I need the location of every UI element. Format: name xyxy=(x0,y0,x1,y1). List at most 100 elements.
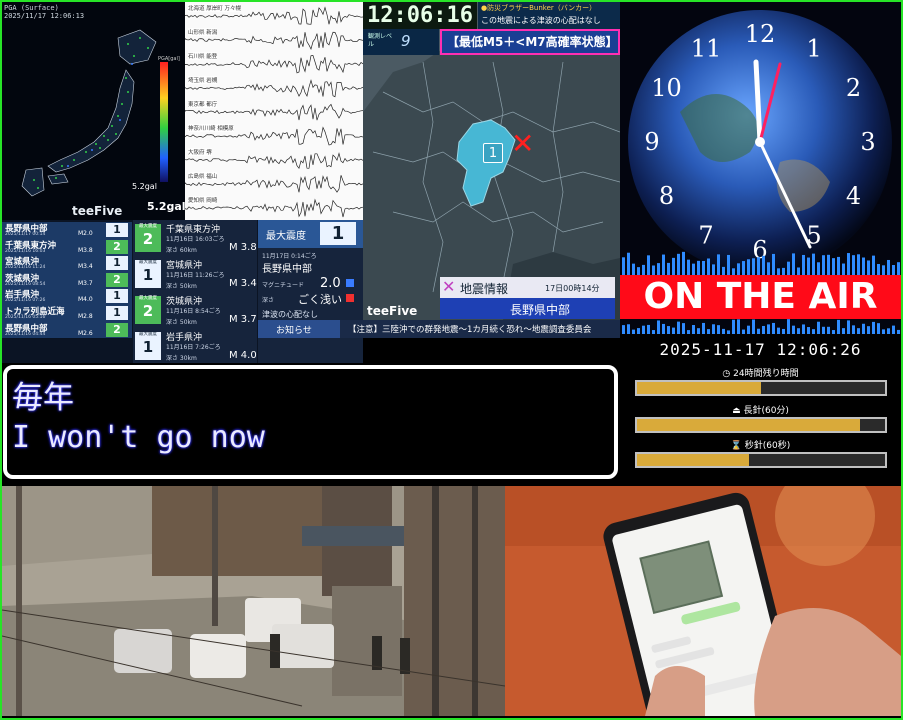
equalizer-bar xyxy=(817,262,820,275)
eq-detail-card[interactable]: 最大震度 1 宮城県沖 11月16日 11:26ごろ 深さ 50km M 3.4 xyxy=(133,256,257,293)
equalizer-bar xyxy=(667,262,670,275)
street-camera-feed xyxy=(2,486,505,716)
equalizer-bar xyxy=(752,258,755,275)
eq-intensity-badge: 2 xyxy=(106,272,128,287)
equalizer-bar xyxy=(877,323,880,334)
eq-card-magnitude: M 3.8 xyxy=(229,242,257,253)
tsunami-banner: この地震による津波の心配はなし xyxy=(481,16,601,25)
eq-history-row[interactable]: 長野県中部 2025/11/17 00:14 M2.0 1 xyxy=(2,222,132,240)
waveform-station-label: 埼玉県 岩槻 xyxy=(188,76,218,84)
eq-card-time: 11月16日 8:54ごろ xyxy=(166,308,221,315)
equalizer-bar xyxy=(677,321,680,334)
pga-timestamp: 2025/11/17 12:06:13 xyxy=(4,12,85,20)
eq-detail-card[interactable]: 最大震度 2 茨城県沖 11月16日 8:54ごろ 深さ 50km M 3.7 xyxy=(133,292,257,329)
equalizer-bar xyxy=(742,329,745,334)
eq-history-row[interactable]: 長野県中部 2025/11/16 04:44 M2.6 2 xyxy=(2,321,132,340)
eq-card-badge-value: 2 xyxy=(142,230,154,248)
eq-card-time: 11月16日 16:03ごろ xyxy=(166,236,225,243)
epicenter-icon: ✕ xyxy=(511,127,535,160)
clock-number: 1 xyxy=(806,35,821,63)
eq-card-magnitude: M 4.0 xyxy=(229,350,257,361)
equalizer-bar xyxy=(782,267,785,275)
equalizer-bar xyxy=(697,260,700,275)
observation-level-value: 9 xyxy=(401,32,411,50)
timer-bar-label: ◷ 24時間残り時間 xyxy=(620,366,901,379)
equalizer-bar xyxy=(787,319,790,334)
bunker-title: ●防災ブラザーBunker（バンカー） xyxy=(481,4,597,12)
max-intensity-label: 最大震度 xyxy=(266,231,306,242)
clock-number: 8 xyxy=(659,182,674,210)
eq-date: 2025/11/16 05:16 xyxy=(5,315,46,320)
timer-progress-fill xyxy=(637,382,761,394)
waveform-row: 愛知県 岡崎 xyxy=(185,194,363,220)
equalizer-bar xyxy=(757,328,760,334)
eq-magnitude: M3.7 xyxy=(78,279,93,287)
equalizer-bar xyxy=(832,258,835,275)
eq-date: 2025/11/16 04:44 xyxy=(5,331,46,337)
equalizer-bar xyxy=(892,265,895,275)
eq-card-depth: 深さ 60km xyxy=(166,247,197,254)
eq-card-magnitude: M 3.4 xyxy=(229,278,257,289)
equalizer-bar xyxy=(632,329,635,334)
equalizer-bar xyxy=(742,261,745,275)
equalizer-bar xyxy=(672,327,675,334)
timer-progress-fill xyxy=(637,419,861,431)
timer-progress-bar xyxy=(635,417,887,433)
equalizer-bar xyxy=(897,329,900,334)
eq-date: 2025/11/16 07:26 xyxy=(5,298,46,304)
equalizer-bar xyxy=(652,330,655,334)
eq-card-badge-value: 1 xyxy=(142,266,154,284)
eq-history-row[interactable]: 岩手県沖 2025/11/16 07:26 M4.0 1 xyxy=(2,288,132,306)
equalizer-bar xyxy=(687,330,690,334)
eq-magnitude: M4.0 xyxy=(78,296,93,304)
equalizer-bar xyxy=(692,325,695,334)
eq-intensity-badge: 1 xyxy=(106,289,128,304)
equalizer-bar xyxy=(642,264,645,275)
eq-history-row[interactable]: トカラ列島近海 2025/11/16 05:16 M2.8 1 xyxy=(2,305,132,323)
map-top-right-info: ●防災ブラザーBunker（バンカー） この地震による津波の心配はなし xyxy=(478,2,620,29)
equalizer-bar xyxy=(842,263,845,275)
eq-history-row[interactable]: 茨城県沖 2025/11/16 08:54 M3.7 2 xyxy=(2,271,132,290)
equalizer-bar xyxy=(867,326,870,334)
equalizer-bar xyxy=(752,319,755,334)
equalizer-bar xyxy=(622,257,625,275)
equalizer-strip xyxy=(620,319,901,334)
equalizer-bar xyxy=(637,267,640,275)
equalizer-bar xyxy=(837,319,840,334)
equalizer-bar xyxy=(827,326,830,334)
tsunami-status: 津波の心配なし xyxy=(262,310,318,319)
equalizer-bar xyxy=(672,257,675,275)
timer-icon: ⏏ xyxy=(732,406,741,416)
eq-detail-card[interactable]: 最大震度 1 岩手県沖 11月16日 7:26ごろ 深さ 30km M 4.0 xyxy=(133,328,257,363)
equalizer-bar xyxy=(872,321,875,334)
equalizer-bar xyxy=(842,328,845,334)
eq-card-depth: 深さ 30km xyxy=(166,355,197,362)
equalizer-bar xyxy=(877,263,880,275)
eq-detail-card[interactable]: 最大震度 2 千葉県東方沖 11月16日 16:03ごろ 深さ 60km M 3.8 xyxy=(133,220,257,257)
equalizer-bar xyxy=(687,259,690,275)
teefive-logo: teeFive xyxy=(72,204,123,218)
quake-info-title: 地震情報 xyxy=(460,282,509,296)
pga-title: PGA (Surface) xyxy=(4,4,59,12)
equalizer-bar xyxy=(762,325,765,334)
equalizer-bar xyxy=(822,255,825,275)
equalizer-bar xyxy=(662,254,665,275)
eq-date: 2025/11/16 11:24 xyxy=(5,265,46,271)
equalizer-bar xyxy=(737,263,740,275)
magnitude-label: マグニチュード xyxy=(262,282,305,289)
equalizer-bar xyxy=(857,328,860,334)
equalizer-bar xyxy=(712,324,715,334)
max-intensity-value: 1 xyxy=(320,222,356,245)
on-air-text: ON THE AIR xyxy=(643,276,878,317)
magnitude-value: 2.0 xyxy=(320,276,341,291)
eq-intensity-badge: 1 xyxy=(106,223,128,237)
max-intensity-header: 最大震度 1 xyxy=(258,220,363,248)
equalizer-bar xyxy=(847,253,850,275)
equalizer-bar xyxy=(707,258,710,275)
eq-history-row[interactable]: 千葉県東方沖 2025/11/16 16:03 M3.8 2 xyxy=(2,238,132,257)
equalizer-bar xyxy=(727,330,730,334)
equalizer-bar xyxy=(667,326,670,334)
eq-history-row[interactable]: 宮城県沖 2025/11/16 11:24 M3.4 1 xyxy=(2,255,132,273)
map-clock: 12:06:16 xyxy=(363,2,477,29)
subtitle-line-1: 毎年 xyxy=(12,380,74,416)
